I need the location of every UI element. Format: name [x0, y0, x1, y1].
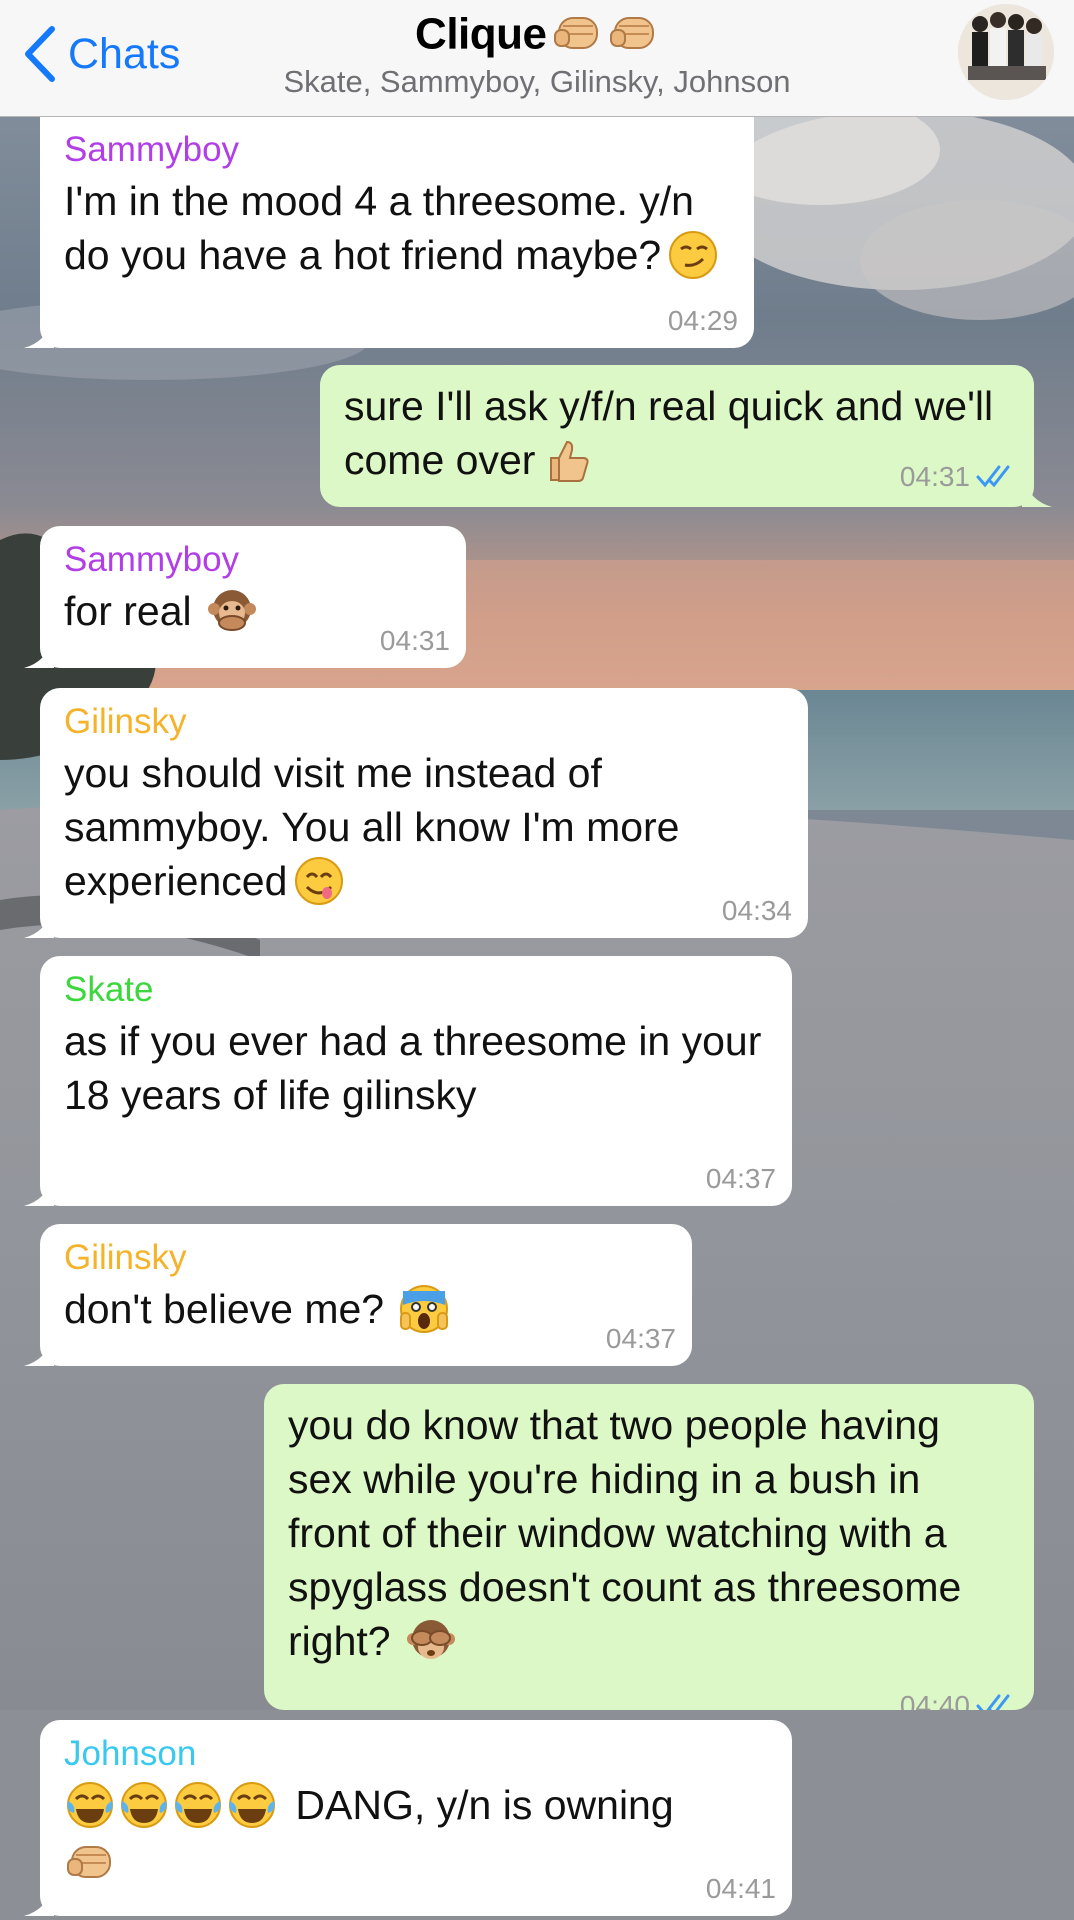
message-text: DANG, y/n is owning: [64, 1778, 770, 1890]
message-bubble[interactable]: Skate as if you ever had a threesome in …: [24, 956, 792, 1206]
message-text: you should visit me instead of sammyboy.…: [64, 746, 786, 910]
tears-of-joy-icon: [172, 1779, 224, 1831]
message-bubble[interactable]: Johnson DANG, y/n is owning 04:41: [24, 1720, 792, 1916]
timestamp: 04:34: [721, 895, 792, 926]
bubble-tail: [24, 1336, 54, 1366]
message-body: don't believe me?: [64, 1286, 385, 1332]
speak-no-evil-monkey-icon: [206, 585, 258, 637]
sender-name: Johnson: [64, 1734, 197, 1773]
tears-of-joy-icon: [118, 1779, 170, 1831]
timestamp: 04:37: [705, 1163, 776, 1194]
message-bubble[interactable]: sure I'll ask y/f/n real quick and we'll…: [320, 365, 1052, 507]
message-bubble[interactable]: you do know that two people having sex w…: [264, 1384, 1034, 1721]
oncoming-fist-icon: [64, 1835, 116, 1887]
bubble-tail: [24, 318, 54, 348]
timestamp: 04:31: [900, 462, 1016, 495]
fist-emoji-icon: [553, 17, 598, 49]
sender-name: Sammyboy: [64, 540, 240, 579]
timestamp: 04:37: [605, 1323, 676, 1354]
timestamp: 04:29: [667, 305, 738, 336]
title-emojis: [551, 6, 659, 63]
face-screaming-in-fear-icon: [398, 1283, 450, 1335]
sender-name: Gilinsky: [64, 1238, 187, 1277]
chat-title[interactable]: Clique: [0, 6, 1074, 63]
tears-of-joy-icon: [64, 1779, 116, 1831]
face-savoring-food-icon: [293, 855, 345, 907]
sender-name: Skate: [64, 970, 154, 1009]
message-text: I'm in the mood 4 a threesome. y/n do yo…: [64, 174, 732, 284]
bubble-tail: [24, 1176, 54, 1206]
message-body: for real: [64, 588, 192, 634]
timestamp: 04:41: [705, 1873, 776, 1904]
timestamp: 04:31: [379, 625, 450, 656]
message-bubble[interactable]: Gilinsky you should visit me instead of …: [24, 688, 808, 938]
message-text: you do know that two people having sex w…: [288, 1394, 1012, 1670]
message-bubble[interactable]: Sammyboy for real 04:31: [24, 526, 466, 668]
group-name: Clique: [415, 9, 547, 59]
fist-emoji-icon: [609, 17, 654, 49]
message-text: don't believe me?: [64, 1282, 670, 1338]
sender-name: Gilinsky: [64, 702, 187, 741]
message-bubble[interactable]: Sammyboy I'm in the mood 4 a threesome. …: [24, 116, 754, 348]
message-text: as if you ever had a threesome in your 1…: [64, 1018, 762, 1118]
bubble-tail: [24, 638, 54, 668]
message-body: you should visit me instead of sammyboy.…: [64, 750, 680, 904]
message-body: DANG, y/n is owning: [295, 1782, 674, 1828]
bubble-tail: [1022, 477, 1052, 507]
see-no-evil-monkey-icon: [405, 1615, 457, 1667]
read-receipt-icon: [976, 463, 1016, 495]
group-avatar[interactable]: [958, 4, 1054, 100]
participants[interactable]: Skate, Sammyboy, Gilinsky, Johnson: [0, 64, 1074, 100]
message-body: I'm in the mood 4 a threesome. y/n do yo…: [64, 178, 694, 278]
tears-of-joy-icon: [226, 1779, 278, 1831]
thumbs-up-icon: [541, 434, 593, 486]
message-body: sure I'll ask y/f/n real quick and we'll…: [344, 383, 994, 483]
bubble-tail: [24, 1886, 54, 1916]
message-bubble[interactable]: Gilinsky don't believe me? 04:37: [24, 1224, 692, 1366]
smirking-face-icon: [667, 229, 719, 281]
bubble-tail: [24, 908, 54, 938]
nav-bar: Chats Clique Skate, Sammyboy, Gilinsky, …: [0, 0, 1074, 117]
sender-name: Sammyboy: [64, 130, 240, 169]
message-body: you do know that two people having sex w…: [288, 1402, 962, 1664]
